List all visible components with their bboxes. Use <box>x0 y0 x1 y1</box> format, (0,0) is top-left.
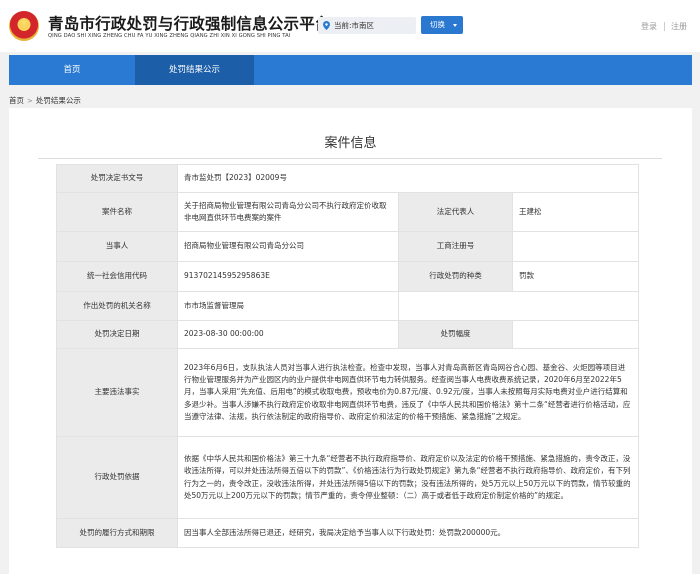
credit-code-label: 统一社会信用代码 <box>56 261 178 292</box>
current-location: 当前:市南区 <box>318 17 416 34</box>
doc-no-label: 处罚决定书文号 <box>56 164 178 193</box>
table-row: 主要违法事实 2023年6月6日，支队执法人员对当事人进行执法检查。检查中发现，… <box>56 348 640 437</box>
switch-location-button[interactable]: 切换 <box>421 16 463 34</box>
breadcrumb-current[interactable]: 处罚结果公示 <box>36 96 81 105</box>
legal-rep-value: 王建松 <box>511 192 640 232</box>
login-link[interactable]: 登录 <box>641 21 657 32</box>
basis-value: 依据《中华人民共和国价格法》第三十九条“经营者不执行政府指导价、政府定价以及法定… <box>176 436 640 519</box>
table-row: 行政处罚依据 依据《中华人民共和国价格法》第三十九条“经营者不执行政府指导价、政… <box>56 436 640 519</box>
chevron-down-icon <box>453 24 457 27</box>
title-divider <box>38 158 662 159</box>
breadcrumb-separator-icon: > <box>27 97 33 105</box>
site-title: 青岛市行政处罚与行政强制信息公示平台 <box>48 15 331 33</box>
location-label: 当前:市南区 <box>334 21 375 30</box>
execution-label: 处罚的履行方式和期限 <box>56 518 178 548</box>
table-row: 处罚决定日期 2023-08-30 00:00:00 处罚幅度 <box>56 320 640 349</box>
case-name-label: 案件名称 <box>56 192 178 232</box>
nav-penalty-results[interactable]: 处罚结果公示 <box>135 55 254 85</box>
biz-reg-label: 工商注册号 <box>398 231 513 262</box>
case-info-table: 处罚决定书文号 青市监处罚【2023】02009号 案件名称 关于招商局物业管理… <box>56 164 640 548</box>
legal-rep-label: 法定代表人 <box>398 192 513 232</box>
site-subtitle-pinyin: QING DAO SHI XING ZHENG CHU FA YU XING Z… <box>48 33 291 39</box>
table-row: 作出处罚的机关名称 市市场监督管理局 <box>56 291 640 321</box>
national-emblem-icon <box>9 11 39 41</box>
facts-label: 主要违法事实 <box>56 348 178 437</box>
party-value: 招商局物业管理有限公司青岛分公司 <box>177 231 399 262</box>
breadcrumb-home[interactable]: 首页 <box>9 96 24 105</box>
table-row: 当事人 招商局物业管理有限公司青岛分公司 工商注册号 <box>56 231 640 262</box>
authority-label: 作出处罚的机关名称 <box>56 291 178 321</box>
table-row: 案件名称 关于招商局物业管理有限公司青岛分公司不执行政府定价收取非电网直供环节电… <box>56 192 640 232</box>
facts-value: 2023年6月6日，支队执法人员对当事人进行执法检查。检查中发现，当事人对青岛高… <box>176 348 640 437</box>
penalty-type-label: 行政处罚的种类 <box>398 261 513 292</box>
register-link[interactable]: 注册 <box>671 21 687 32</box>
main-nav: 首页 处罚结果公示 <box>9 55 692 85</box>
party-label: 当事人 <box>56 231 178 262</box>
amount-label: 处罚幅度 <box>398 320 513 349</box>
table-row: 统一社会信用代码 91370214595295863E 行政处罚的种类 罚款 <box>56 261 640 292</box>
table-row: 处罚决定书文号 青市监处罚【2023】02009号 <box>56 164 640 193</box>
doc-no-value: 青市监处罚【2023】02009号 <box>176 164 640 193</box>
header-divider <box>664 22 665 31</box>
breadcrumb: 首页 > 处罚结果公示 <box>9 95 81 106</box>
date-label: 处罚决定日期 <box>56 320 178 349</box>
card-title: 案件信息 <box>324 136 377 151</box>
switch-label: 切换 <box>430 20 445 29</box>
nav-home[interactable]: 首页 <box>9 55 135 85</box>
execution-value: 因当事人全部违法所得已退还，经研究，我局决定给予当事人以下行政处罚：处罚款200… <box>176 518 640 548</box>
authority-value: 市市场监督管理局 <box>177 291 399 321</box>
credit-code-value: 91370214595295863E <box>177 261 399 292</box>
case-name-value: 关于招商局物业管理有限公司青岛分公司不执行政府定价收取非电网直供环节电费案的案件 <box>177 192 399 232</box>
location-pin-icon <box>323 21 330 30</box>
amount-value <box>511 320 640 349</box>
empty-cell <box>397 291 640 321</box>
basis-label: 行政处罚依据 <box>56 436 178 519</box>
biz-reg-value <box>511 231 640 262</box>
date-value: 2023-08-30 00:00:00 <box>177 320 399 349</box>
table-row: 处罚的履行方式和期限 因当事人全部违法所得已退还，经研究，我局决定给予当事人以下… <box>56 518 640 548</box>
top-header: 青岛市行政处罚与行政强制信息公示平台 QING DAO SHI XING ZHE… <box>0 0 700 52</box>
penalty-type-value: 罚款 <box>511 261 640 292</box>
